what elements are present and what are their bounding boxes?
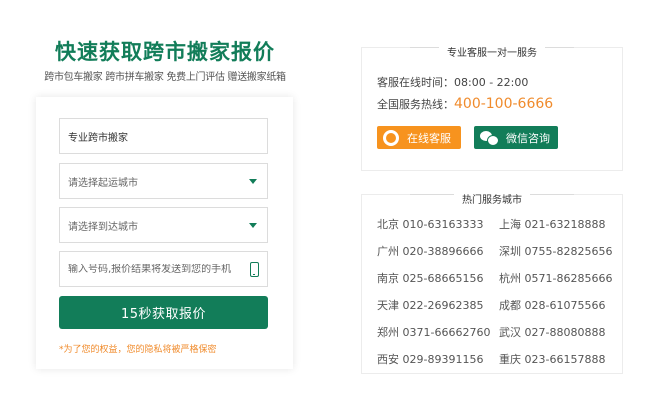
mobile-phone-icon <box>250 262 259 277</box>
city-item: 成都 028-61075566 <box>499 299 606 312</box>
city-item: 杭州 0571-86285666 <box>499 272 613 285</box>
quote-section: 快速获取跨市搬家报价 跨市包车搬家 跨市拼车搬家 免费上门评估 赠送搬家纸箱 请… <box>0 0 330 400</box>
city-item: 天津 022-26962385 <box>377 299 484 312</box>
quote-form: 请选择起运城市 请选择到达城市 15秒获取报价 *为了您的权益，您的隐私将被严格… <box>36 97 293 369</box>
city-item: 上海 021-63218888 <box>499 218 606 231</box>
hotline-row: 全国服务热线：400-100-6666 <box>377 96 553 112</box>
service-hours: 客服在线时间：08:00 - 22:00 <box>377 76 529 89</box>
service-type-field[interactable] <box>59 118 268 154</box>
online-service-button[interactable]: 在线客服 <box>377 126 461 149</box>
origin-city-select[interactable]: 请选择起运城市 <box>59 163 268 199</box>
city-item: 深圳 0755-82825656 <box>499 245 613 258</box>
wechat-consult-button[interactable]: 微信咨询 <box>474 126 558 149</box>
service-panel-title: 专业客服一对一服务 <box>439 44 545 59</box>
destination-city-select[interactable]: 请选择到达城市 <box>59 207 268 243</box>
hotline-number: 400-100-6666 <box>454 96 554 112</box>
dropdown-arrow-icon <box>249 223 257 228</box>
destination-city-placeholder: 请选择到达城市 <box>68 221 138 233</box>
promo-subline: 跨市包车搬家 跨市拼车搬家 免费上门评估 赠送搬家纸箱 <box>44 72 286 83</box>
wechat-consult-label: 微信咨询 <box>506 131 550 145</box>
origin-city-placeholder: 请选择起运城市 <box>68 177 138 189</box>
cities-panel: 热门服务城市 北京 010-63163333 上海 021-63218888 广… <box>361 191 623 374</box>
city-item: 武汉 027-88080888 <box>499 326 606 339</box>
get-quote-button[interactable]: 15秒获取报价 <box>59 296 268 329</box>
city-item: 北京 010-63163333 <box>377 218 484 231</box>
dropdown-arrow-icon <box>249 179 257 184</box>
city-item: 广州 020-38896666 <box>377 245 484 258</box>
city-item: 南京 025-68665156 <box>377 272 484 285</box>
wechat-icon <box>480 130 499 146</box>
hotline-label: 全国服务热线： <box>377 98 454 111</box>
service-type-input[interactable] <box>68 130 267 142</box>
city-item: 重庆 023-66157888 <box>499 353 606 366</box>
phone-field[interactable] <box>59 251 268 287</box>
cities-panel-title: 热门服务城市 <box>454 191 530 206</box>
privacy-note: *为了您的权益，您的隐私将被严格保密 <box>59 345 217 355</box>
phone-input[interactable] <box>68 263 267 275</box>
service-panel: 专业客服一对一服务 客服在线时间：08:00 - 22:00 全国服务热线：40… <box>361 44 623 171</box>
agent-avatar-icon <box>383 129 399 146</box>
city-item: 郑州 0371-66662760 <box>377 326 491 339</box>
promo-headline: 快速获取跨市搬家报价 <box>55 40 275 64</box>
online-service-label: 在线客服 <box>407 131 451 145</box>
city-item: 西安 029-89391156 <box>377 353 484 366</box>
